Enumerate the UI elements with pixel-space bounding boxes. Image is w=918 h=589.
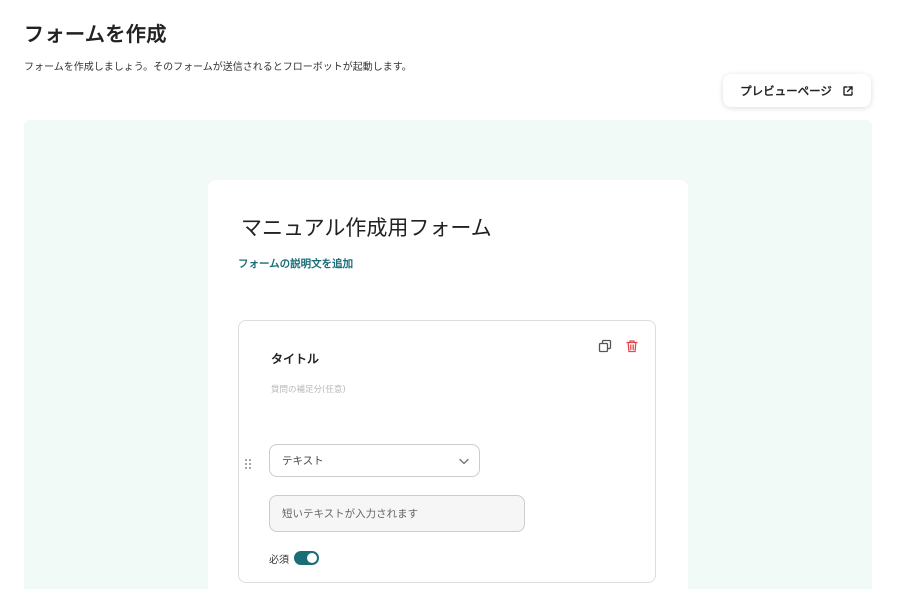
- trash-icon[interactable]: [624, 338, 640, 354]
- answer-preview-input[interactable]: [269, 495, 525, 532]
- question-hint[interactable]: 質問の補足分(任意): [271, 383, 346, 395]
- form-title[interactable]: マニュアル作成用フォーム: [241, 212, 492, 242]
- add-form-description-link[interactable]: フォームの説明文を追加: [238, 256, 353, 271]
- page-title: フォームを作成: [24, 22, 167, 46]
- copy-icon[interactable]: [597, 338, 613, 354]
- drag-handle-icon[interactable]: [244, 455, 252, 469]
- required-label: 必須: [269, 555, 289, 566]
- page-description: フォームを作成しましょう。そのフォームが送信されるとフローボットが起動します。: [24, 62, 412, 73]
- preview-button-label: プレビューページ: [740, 83, 832, 98]
- form-builder-page: フォームを作成 フォームを作成しましょう。そのフォームが送信されるとフローボット…: [0, 0, 918, 589]
- external-link-icon: [842, 85, 854, 97]
- toggle-knob: [307, 553, 317, 563]
- chevron-down-icon: [458, 457, 470, 466]
- preview-page-button[interactable]: プレビューページ: [723, 74, 871, 107]
- question-type-value: テキスト: [282, 455, 324, 467]
- question-type-select[interactable]: テキスト: [269, 444, 480, 477]
- required-toggle[interactable]: [294, 551, 319, 565]
- question-title[interactable]: タイトル: [271, 350, 319, 367]
